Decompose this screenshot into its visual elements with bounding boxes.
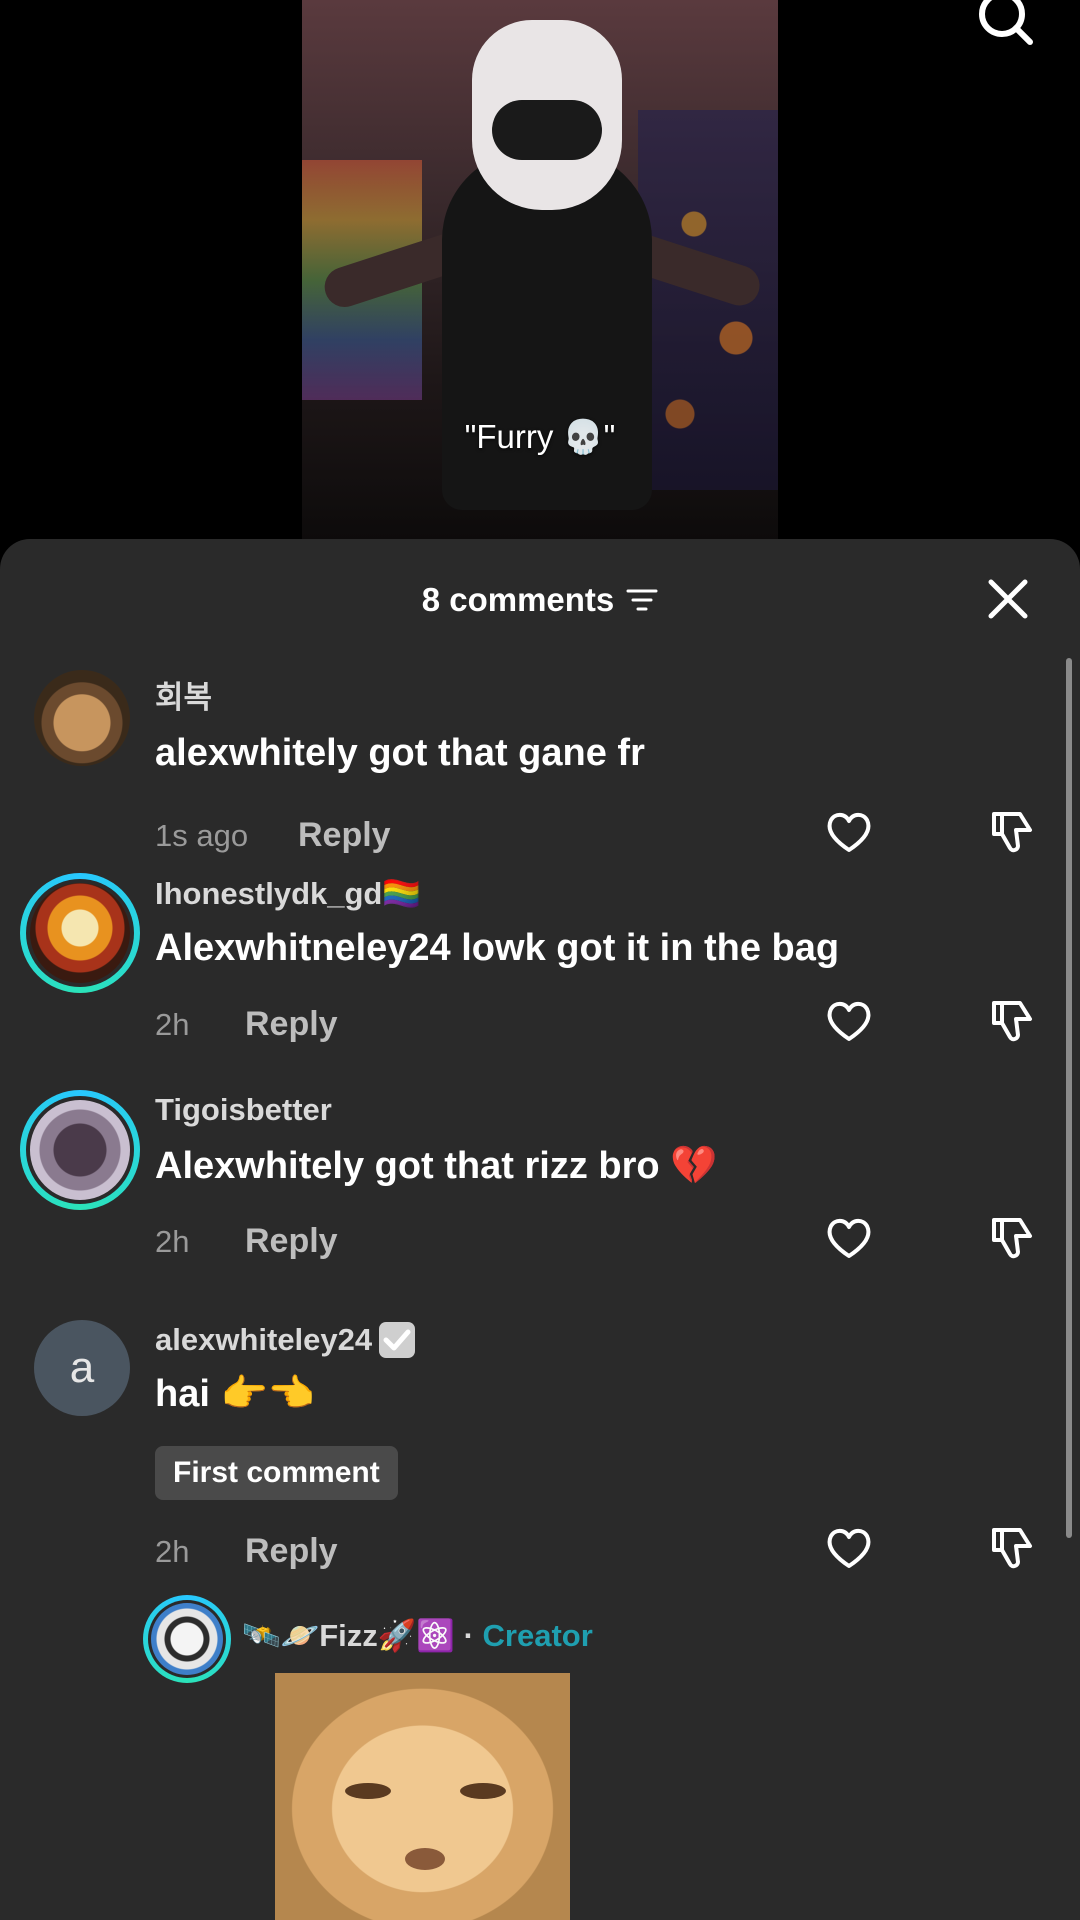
first-comment-badge: First comment bbox=[155, 1446, 398, 1500]
thumbs-down-icon[interactable] bbox=[990, 1524, 1036, 1570]
thumbs-down-icon[interactable] bbox=[990, 997, 1036, 1043]
comment-username-text: alexwhiteley24 bbox=[155, 1322, 373, 1357]
thumbs-down-icon[interactable] bbox=[990, 1214, 1036, 1260]
reply-button[interactable]: Reply bbox=[245, 1222, 338, 1261]
avatar-ring-inner bbox=[148, 1600, 226, 1678]
creator-label: Creator bbox=[482, 1618, 593, 1653]
reply-button[interactable]: Reply bbox=[245, 1532, 338, 1571]
cat-eye bbox=[460, 1783, 506, 1799]
comment-timestamp: 2h bbox=[155, 1534, 190, 1569]
verified-check-icon bbox=[379, 1322, 416, 1358]
comment-timestamp: 2h bbox=[155, 1224, 190, 1259]
cat-face bbox=[275, 1673, 570, 1920]
search-icon[interactable] bbox=[970, 0, 1040, 50]
reply-username-line: 🛰️🪐Fizz🚀⚛️ · Creator bbox=[242, 1617, 593, 1654]
reply-button[interactable]: Reply bbox=[245, 1005, 338, 1044]
comment-timestamp: 1s ago bbox=[155, 818, 249, 853]
comments-sheet: 8 comments 회복 alexwhitely got that gane … bbox=[0, 539, 1080, 1920]
avatar-ring-inner bbox=[26, 1096, 134, 1204]
comment-text: alexwhitely got that gane fr bbox=[155, 732, 645, 774]
cat-nose bbox=[405, 1848, 445, 1870]
video-caption: "Furry 💀" bbox=[464, 418, 616, 455]
avatar-image bbox=[30, 1100, 130, 1200]
comment-timestamp: 2h bbox=[155, 1007, 190, 1042]
heart-icon[interactable] bbox=[825, 810, 873, 854]
reply-username[interactable]: 🛰️🪐Fizz🚀⚛️ bbox=[242, 1618, 455, 1653]
comments-count-title[interactable]: 8 comments bbox=[422, 581, 659, 619]
avatar[interactable] bbox=[20, 1090, 140, 1210]
avatar[interactable] bbox=[20, 873, 140, 993]
avatar[interactable] bbox=[143, 1595, 231, 1683]
video-figure-mask bbox=[472, 20, 622, 210]
avatar-image bbox=[30, 883, 130, 983]
comment-text: Alexwhitneley24 lowk got it in the bag bbox=[155, 927, 840, 969]
avatar-image bbox=[151, 1603, 223, 1675]
name-separator: · bbox=[454, 1618, 483, 1653]
avatar-ring-inner bbox=[26, 879, 134, 987]
comments-count: 8 comments bbox=[421, 581, 615, 618]
comments-header: 8 comments bbox=[0, 575, 1080, 625]
video-player[interactable]: "Furry 💀" bbox=[0, 0, 1080, 560]
close-icon[interactable] bbox=[985, 576, 1031, 622]
reply-gif-sticker[interactable] bbox=[275, 1673, 570, 1920]
heart-icon[interactable] bbox=[825, 1216, 873, 1260]
comment-text: Alexwhitely got that rizz bro 💔 bbox=[155, 1145, 718, 1187]
avatar-letter: a bbox=[69, 1343, 95, 1392]
comment-username[interactable]: Tigoisbetter bbox=[155, 1092, 332, 1128]
reply-button[interactable]: Reply bbox=[298, 816, 391, 855]
heart-icon[interactable] bbox=[825, 1526, 873, 1570]
cat-eye bbox=[345, 1783, 391, 1799]
comment-username[interactable]: Ihonestlydk_gd🏳️‍🌈 bbox=[155, 875, 421, 912]
avatar[interactable]: a bbox=[34, 1320, 130, 1416]
comment-username[interactable]: alexwhiteley24 bbox=[155, 1320, 418, 1360]
avatar[interactable] bbox=[34, 670, 130, 766]
thumbs-down-icon[interactable] bbox=[990, 808, 1036, 854]
comment-text: hai 👉👈 bbox=[155, 1373, 316, 1415]
comments-scrollbar[interactable] bbox=[1066, 658, 1072, 1538]
heart-icon[interactable] bbox=[825, 999, 873, 1043]
filter-icon[interactable] bbox=[626, 588, 658, 612]
comment-username[interactable]: 회복 bbox=[155, 672, 212, 717]
video-frame[interactable] bbox=[302, 0, 778, 540]
